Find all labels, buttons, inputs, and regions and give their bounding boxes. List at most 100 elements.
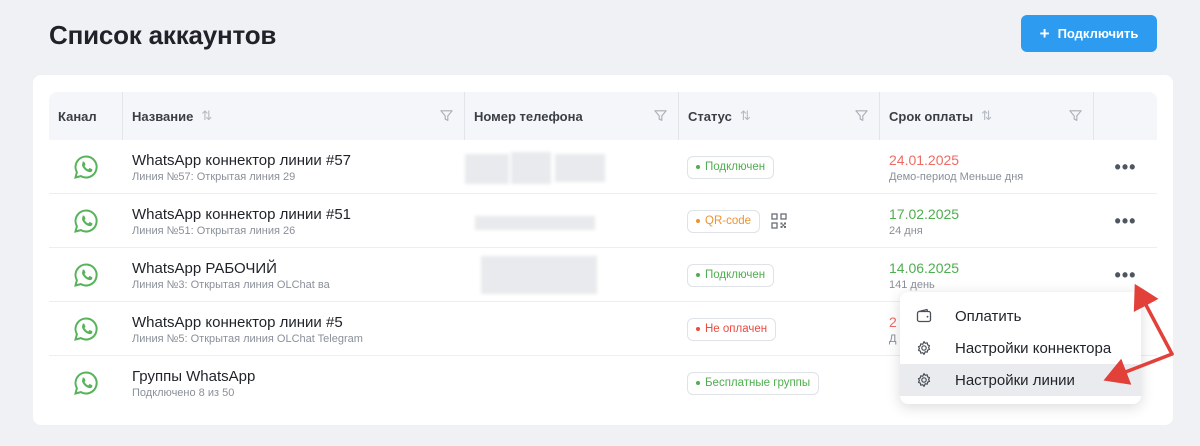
status-cell: Бесплатные группы	[679, 356, 880, 410]
status-badge: Подключен	[687, 155, 775, 179]
column-header-payment[interactable]: Срок оплаты ⇅	[880, 92, 1094, 140]
column-label-status: Статус	[688, 108, 732, 124]
table-row[interactable]: WhatsApp коннектор линии #57 Линия №57: …	[49, 140, 1157, 194]
column-label-phone: Номер телефона	[474, 108, 583, 124]
phone-redaction	[511, 152, 551, 184]
filter-icon[interactable]	[439, 108, 454, 123]
table-row[interactable]: WhatsApp коннектор линии #51 Линия №51: …	[49, 194, 1157, 248]
actions-cell: •••	[1094, 194, 1157, 248]
channel-cell	[49, 194, 123, 248]
payment-date: 14.06.2025	[889, 260, 960, 276]
connect-button-label: Подключить	[1057, 26, 1139, 41]
whatsapp-icon	[74, 155, 98, 179]
column-header-name[interactable]: Название ⇅	[123, 92, 465, 140]
account-name[interactable]: Группы WhatsApp	[132, 368, 465, 386]
status-cell: QR-code	[679, 194, 880, 248]
payment-date: 24.01.2025	[889, 152, 960, 168]
whatsapp-icon	[74, 263, 98, 287]
filter-icon[interactable]	[854, 108, 869, 123]
account-line: Линия №3: Открытая линия OLChat ва	[132, 279, 330, 291]
channel-cell	[49, 356, 123, 410]
whatsapp-icon	[74, 209, 98, 233]
column-header-phone[interactable]: Номер телефона	[465, 92, 679, 140]
status-badge: Бесплатные группы	[687, 371, 820, 395]
more-actions-button[interactable]: •••	[1115, 266, 1137, 284]
menu-item-label: Настройки линии	[955, 371, 1075, 389]
name-cell: WhatsApp РАБОЧИЙ Линия №3: Открытая лини…	[123, 248, 465, 302]
column-label-payment: Срок оплаты	[889, 108, 974, 124]
status-dot	[696, 219, 700, 223]
name-cell: WhatsApp коннектор линии #57 Линия №57: …	[123, 140, 465, 194]
channel-cell	[49, 140, 123, 194]
account-line: Линия №5: Открытая линия OLChat Telegram	[132, 333, 363, 345]
status-badge: Не оплачен	[687, 317, 777, 341]
column-label-channel: Канал	[58, 108, 97, 124]
account-line: Подключено 8 из 50	[132, 387, 235, 399]
status-cell: Подключен	[679, 140, 880, 194]
wallet-icon	[916, 308, 932, 323]
status-badge: Подключен	[687, 263, 775, 287]
filter-icon[interactable]	[653, 108, 668, 123]
payment-period: Демо-период Меньше дня	[889, 171, 1024, 183]
menu-item-pay[interactable]: Оплатить	[900, 300, 1141, 332]
phone-cell	[465, 248, 679, 302]
menu-item-label: Настройки коннектора	[955, 339, 1112, 357]
menu-item-connector-settings[interactable]: Настройки коннектора	[900, 332, 1141, 364]
status-dot	[696, 381, 700, 385]
phone-cell	[465, 356, 679, 410]
account-line: Линия №57: Открытая линия 29	[132, 171, 296, 183]
channel-cell	[49, 248, 123, 302]
menu-item-line-settings[interactable]: Настройки линии	[900, 364, 1141, 396]
gear-icon	[917, 341, 931, 355]
account-name[interactable]: WhatsApp РАБОЧИЙ	[132, 260, 465, 278]
payment-cell: 17.02.2025 24 дня	[880, 194, 1094, 248]
menu-item-label: Оплатить	[955, 307, 1022, 325]
plus-icon: +	[1039, 24, 1050, 43]
connect-button[interactable]: + Подключить	[1021, 15, 1157, 52]
account-name[interactable]: WhatsApp коннектор линии #51	[132, 206, 465, 224]
account-name[interactable]: WhatsApp коннектор линии #57	[132, 152, 465, 170]
status-cell: Подключен	[679, 248, 880, 302]
column-header-status[interactable]: Статус ⇅	[679, 92, 880, 140]
column-header-channel: Канал	[49, 92, 123, 140]
sort-icon[interactable]: ⇅	[740, 108, 751, 124]
name-cell: Группы WhatsApp Подключено 8 из 50	[123, 356, 465, 410]
phone-redaction	[465, 154, 509, 184]
phone-cell	[465, 302, 679, 356]
account-name[interactable]: WhatsApp коннектор линии #5	[132, 314, 465, 332]
phone-redaction	[555, 154, 605, 182]
column-label-name: Название	[132, 108, 194, 124]
whatsapp-icon	[74, 317, 98, 341]
account-line: Линия №51: Открытая линия 26	[132, 225, 296, 237]
whatsapp-icon	[74, 371, 98, 395]
sort-icon[interactable]: ⇅	[201, 108, 212, 124]
channel-cell	[49, 302, 123, 356]
more-actions-button[interactable]: •••	[1115, 212, 1137, 230]
gear-icon	[917, 373, 931, 387]
name-cell: WhatsApp коннектор линии #51 Линия №51: …	[123, 194, 465, 248]
status-label: Подключен	[705, 161, 766, 173]
status-label: Бесплатные группы	[705, 377, 811, 389]
actions-cell: •••	[1094, 140, 1157, 194]
status-badge: QR-code	[687, 209, 761, 233]
status-dot	[696, 273, 700, 277]
phone-cell	[465, 140, 679, 194]
filter-icon[interactable]	[1068, 108, 1083, 123]
column-header-actions	[1094, 92, 1157, 140]
status-cell: Не оплачен	[679, 302, 880, 356]
payment-cell: 24.01.2025 Демо-период Меньше дня	[880, 140, 1094, 194]
phone-redaction	[475, 216, 595, 230]
row-context-menu: Оплатить Настройки коннектора Настройки …	[900, 292, 1141, 404]
table-header: Канал Название ⇅ Номер телефона Статус ⇅…	[49, 92, 1157, 140]
status-dot	[696, 165, 700, 169]
payment-period: 141 день	[889, 279, 935, 291]
sort-icon[interactable]: ⇅	[981, 108, 992, 124]
payment-period: 24 дня	[889, 225, 923, 237]
qr-code-icon[interactable]	[771, 213, 787, 229]
phone-redaction	[481, 256, 597, 294]
phone-cell	[465, 194, 679, 248]
status-label: QR-code	[705, 215, 752, 227]
status-label: Не оплачен	[705, 323, 768, 335]
more-actions-button[interactable]: •••	[1115, 158, 1137, 176]
status-label: Подключен	[705, 269, 766, 281]
